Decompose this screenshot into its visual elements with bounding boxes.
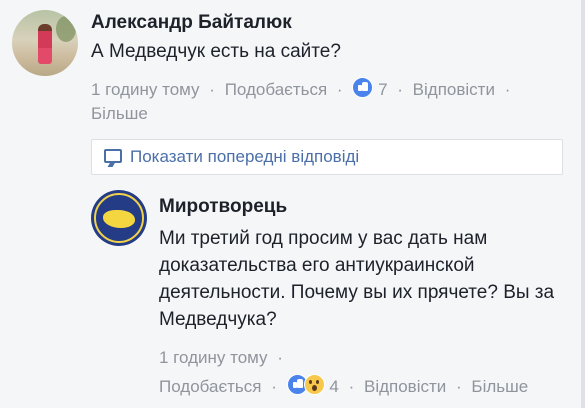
comment-text: А Медведчук есть на сайте? (91, 41, 341, 62)
more-button[interactable]: Більше (471, 377, 528, 396)
separator: · (209, 80, 215, 99)
separator: · (504, 80, 511, 99)
comment-bubble-icon (104, 149, 122, 163)
more-button[interactable]: Більше (91, 104, 148, 123)
show-previous-replies-button[interactable]: Показати попередні відповіді (91, 139, 563, 175)
reply-actions-line1: 1 годину тому · (159, 348, 288, 368)
like-icon[interactable] (352, 77, 374, 98)
reply-text: Ми третий год просим у вас дать нам дока… (159, 228, 555, 330)
separator: · (271, 377, 277, 396)
separator: · (336, 80, 343, 99)
like-button[interactable]: Подобається (159, 377, 262, 396)
reply-author[interactable]: Миротворець (159, 196, 287, 218)
avatar-background (56, 16, 76, 42)
avatar[interactable] (12, 10, 78, 76)
separator: · (348, 377, 355, 396)
reaction-count[interactable]: 7 (378, 80, 387, 99)
separator: · (456, 377, 462, 396)
separator: · (397, 80, 403, 99)
comment-thread: Александр Байталюк А Медведчук есть на с… (0, 0, 585, 408)
avatar-person (38, 24, 52, 64)
reaction-count[interactable]: 4 (329, 377, 338, 396)
reply-button[interactable]: Відповісти (413, 80, 495, 99)
reply-actions-line2: Подобається · 4 · Відповісти · Більше (159, 374, 528, 397)
reply-time[interactable]: 1 годину тому (159, 348, 268, 367)
comment-author[interactable]: Александр Байталюк (91, 12, 292, 34)
avatar[interactable] (91, 190, 147, 246)
comment-time[interactable]: 1 годину тому (91, 80, 200, 99)
wow-icon[interactable] (303, 374, 325, 395)
like-button[interactable]: Подобається (225, 80, 328, 99)
comment-actions: 1 годину тому · Подобається · 7 · Відпов… (91, 77, 515, 100)
comment-actions-line2: Більше (91, 104, 148, 124)
reply-button[interactable]: Відповісти (364, 377, 446, 396)
scroll-edge (581, 0, 585, 408)
separator: · (277, 348, 283, 367)
show-previous-label: Показати попередні відповіді (130, 147, 360, 166)
